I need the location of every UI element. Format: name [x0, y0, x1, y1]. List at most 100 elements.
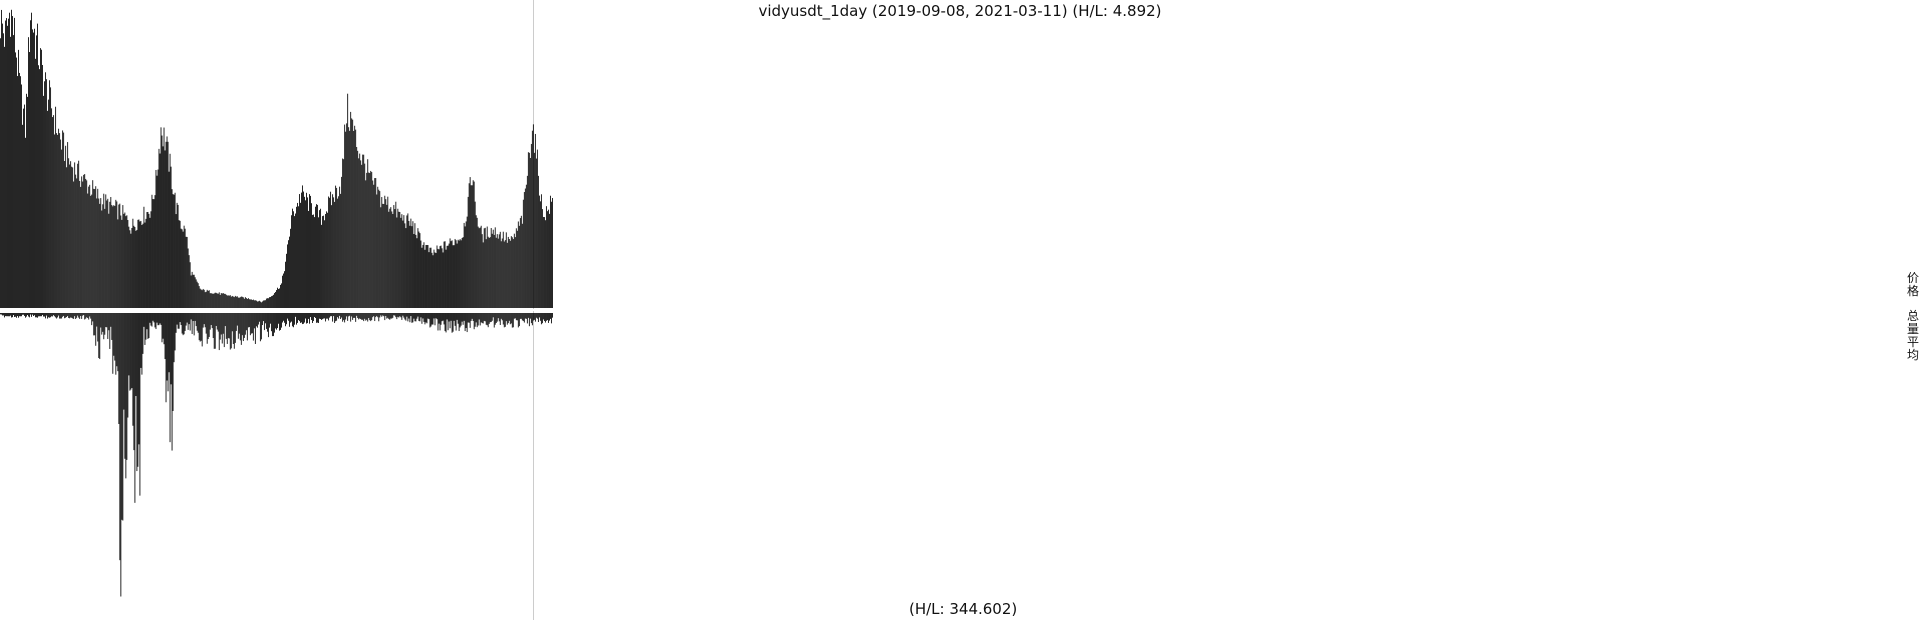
price-bar: [63, 132, 65, 308]
price-bar: [220, 293, 222, 308]
volume-bar: [381, 313, 383, 317]
price-bar: [181, 229, 183, 308]
volume-bar: [166, 313, 168, 381]
price-bar: [501, 238, 503, 308]
volume-bar: [471, 313, 473, 319]
volume-bar: [164, 313, 166, 360]
volume-bar: [193, 313, 195, 336]
price-bar: [38, 65, 39, 309]
price-bar: [321, 224, 323, 308]
price-bar: [240, 296, 242, 308]
price-bar: [113, 205, 115, 308]
price-bar: [367, 159, 369, 308]
price-bar: [68, 158, 70, 308]
volume-bar: [376, 313, 378, 316]
price-bar: [535, 158, 537, 308]
volume-bar: [110, 313, 112, 327]
volume-bar: [510, 313, 512, 324]
price-bar: [287, 244, 288, 308]
price-bar: [548, 213, 550, 308]
volume-bar: [526, 313, 528, 324]
price-bar: [99, 203, 101, 308]
volume-bar: [487, 313, 489, 328]
volume-bar: [160, 313, 162, 325]
price-bar: [530, 143, 532, 308]
price-bar: [112, 206, 114, 308]
price-bar: [14, 17, 15, 309]
price-bar: [104, 208, 106, 308]
volume-bar: [69, 313, 71, 319]
volume-bar: [170, 313, 172, 385]
volume-bar: [128, 313, 130, 376]
volume-bar: [506, 313, 508, 325]
price-bar: [549, 195, 551, 308]
price-bar: [159, 153, 161, 308]
volume-bar: [98, 313, 100, 359]
price-bar: [318, 217, 319, 308]
volume-bar: [178, 313, 180, 329]
price-bar: [189, 262, 191, 308]
volume-bar: [346, 313, 348, 317]
volume-bar: [481, 313, 483, 324]
volume-bar: [495, 313, 497, 324]
volume-bar: [455, 313, 457, 331]
price-bar: [378, 189, 380, 308]
volume-bar: [4, 313, 5, 318]
price-bar: [233, 297, 235, 308]
volume-bar: [329, 313, 331, 318]
price-bar: [111, 205, 113, 308]
price-bar: [351, 118, 353, 308]
volume-bar: [400, 313, 402, 318]
volume-bar: [133, 313, 135, 451]
volume-bar: [76, 313, 78, 318]
volume-bar: [54, 313, 56, 317]
volume-bar: [32, 313, 33, 315]
volume-bar: [339, 313, 341, 316]
price-bar: [442, 252, 444, 308]
price-bar: [390, 207, 392, 308]
volume-bar: [264, 313, 266, 324]
price-bar: [146, 212, 148, 308]
price-bar: [78, 160, 80, 308]
price-bar: [259, 301, 261, 308]
price-bar: [19, 72, 20, 309]
volume-bar: [372, 313, 374, 318]
volume-bar: [546, 313, 548, 321]
volume-bar: [516, 313, 518, 321]
price-bar: [492, 229, 494, 308]
volume-bar: [165, 313, 167, 403]
price-bar: [135, 230, 137, 308]
price-bar: [103, 193, 105, 308]
volume-bar: [392, 313, 394, 318]
price-bar: [8, 18, 9, 309]
price-bar: [7, 25, 8, 308]
price-bar: [464, 226, 466, 308]
price-bar: [491, 233, 493, 308]
volume-bar: [552, 313, 553, 318]
price-bar: [80, 186, 82, 308]
price-bar: [550, 201, 552, 308]
price-bar: [255, 300, 257, 308]
volume-bar: [313, 313, 314, 322]
volume-bar: [276, 313, 277, 330]
volume-bar: [373, 313, 375, 317]
price-bar: [457, 239, 459, 308]
price-bar: [148, 213, 150, 308]
volume-bar: [142, 313, 144, 354]
volume-bar: [523, 313, 525, 323]
volume-bar: [543, 313, 545, 322]
volume-bar: [238, 313, 240, 334]
chart-title: vidyusdt_1day (2019-09-08, 2021-03-11) (…: [758, 2, 1162, 20]
price-bar: [482, 242, 484, 308]
price-bar: [273, 293, 275, 308]
volume-bar: [505, 313, 507, 322]
price-bar: [262, 300, 264, 308]
volume-bar: [498, 313, 500, 322]
volume-bar: [139, 313, 141, 496]
volume-bar: [30, 313, 31, 315]
volume-bar: [53, 313, 55, 316]
volume-bar: [152, 313, 154, 321]
volume-bar: [265, 313, 267, 329]
volume-bar: [335, 313, 337, 322]
volume-bar: [56, 313, 58, 319]
